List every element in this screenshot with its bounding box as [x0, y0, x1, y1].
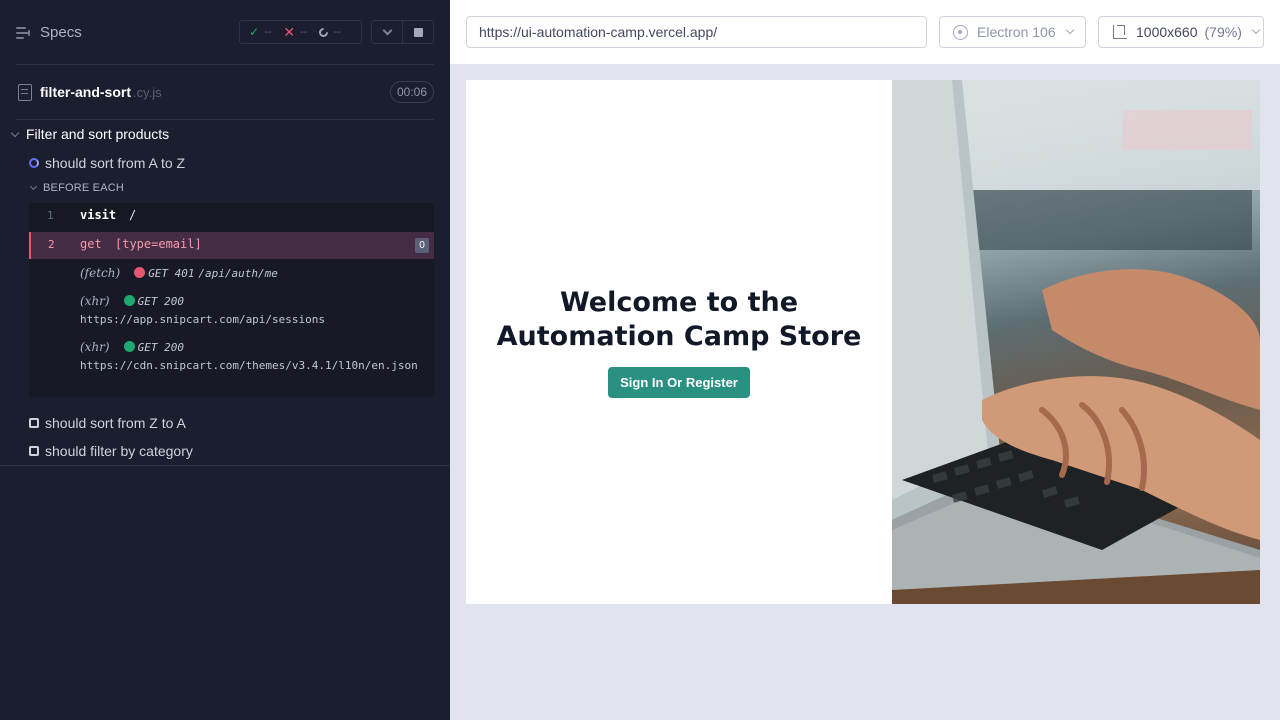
laptop-typing-image	[892, 80, 1260, 604]
chevron-down-icon	[1251, 25, 1261, 35]
command-number: 2	[48, 238, 55, 251]
specs-toggle-button[interactable]: Specs	[16, 24, 82, 41]
test-title: should filter by category	[45, 443, 193, 459]
command-arg: [type=email]	[115, 237, 202, 251]
browser-label: Electron 106	[977, 24, 1056, 40]
stop-icon	[413, 27, 423, 37]
status-dot-icon	[123, 295, 135, 306]
element-count-badge: 0	[415, 238, 429, 253]
viewport-size: 1000x660	[1136, 24, 1198, 40]
test-title: should sort from A to Z	[45, 155, 186, 171]
request-log-item[interactable]: (fetch) GET 401 /api/auth/me	[80, 264, 278, 283]
pending-stat: --	[317, 25, 341, 39]
chevron-down-icon	[29, 182, 38, 191]
suite-title[interactable]: Filter and sort products	[10, 124, 170, 144]
request-url: /api/auth/me	[198, 267, 278, 280]
request-log-item[interactable]: (xhr) GET 200 https://cdn.snipcart.com/th…	[80, 338, 430, 375]
chevron-down-icon	[1065, 25, 1074, 35]
aut-toolbar: https://ui-automation-camp.vercel.app/ E…	[450, 0, 1280, 64]
command-name: visit	[80, 208, 117, 222]
request-status: GET 200	[137, 295, 184, 308]
reporter-panel: Specs ✓ -- ✕ -- -- filter-and-sort .cy.j…	[0, 0, 450, 720]
passed-count: --	[264, 26, 272, 38]
request-status: GET 200	[137, 341, 184, 354]
stop-button[interactable]	[402, 21, 433, 43]
document-icon	[18, 83, 32, 101]
test-title: should sort from Z to A	[45, 415, 186, 431]
sign-in-button[interactable]: Sign In Or Register	[608, 367, 750, 398]
check-icon: ✓	[249, 25, 260, 39]
app-under-test: Welcome to the Automation Camp Store Sig…	[466, 80, 1260, 604]
list-icon	[16, 26, 31, 39]
divider	[0, 465, 450, 466]
before-each-hook[interactable]: BEFORE EACH	[29, 182, 125, 194]
queued-checkbox-icon	[29, 446, 39, 456]
command-log: 1 visit / 2 get [type=email] 0 (fetch) GE…	[29, 203, 434, 397]
suite-label: Filter and sort products	[26, 126, 170, 142]
command-name: get	[80, 237, 102, 251]
test-item-running[interactable]: should sort from A to Z	[29, 153, 185, 173]
chevron-down-icon	[10, 128, 20, 137]
request-url: https://app.snipcart.com/api/sessions	[80, 313, 326, 326]
queued-checkbox-icon	[29, 418, 39, 428]
running-spinner-icon	[29, 158, 39, 168]
hook-label: BEFORE EACH	[43, 182, 125, 194]
request-type: (xhr)	[80, 294, 110, 308]
reporter-header: Specs ✓ -- ✕ -- --	[0, 0, 450, 64]
status-dot-icon	[134, 267, 146, 278]
viewport-dropdown[interactable]: 1000x660 (79%)	[1098, 16, 1264, 48]
spinner-icon	[317, 25, 331, 39]
laptop-photo-illustration	[892, 80, 1260, 604]
divider	[16, 119, 434, 120]
x-icon: ✕	[283, 23, 296, 40]
electron-icon	[953, 24, 968, 40]
specs-label: Specs	[40, 24, 82, 41]
request-status: GET 401	[148, 267, 195, 280]
duration-badge: 00:06	[389, 81, 434, 103]
expand-button[interactable]	[372, 21, 402, 43]
command-arg: /	[129, 208, 137, 222]
request-type: (fetch)	[80, 266, 121, 280]
command-number: 1	[47, 209, 54, 222]
spec-file-name: filter-and-sort	[40, 84, 131, 100]
request-log-item[interactable]: (xhr) GET 200 https://app.snipcart.com/ap…	[80, 292, 430, 329]
run-controls	[371, 20, 434, 44]
passed-stat: ✓ --	[249, 25, 271, 39]
chevron-down-icon	[382, 25, 392, 35]
divider	[16, 64, 434, 65]
spec-file-ext: .cy.js	[133, 84, 162, 100]
command-get[interactable]: 2 get [type=email] 0	[29, 232, 434, 259]
test-stats: ✓ -- ✕ -- --	[239, 20, 362, 44]
welcome-panel: Welcome to the Automation Camp Store Sig…	[466, 80, 892, 604]
url-bar[interactable]: https://ui-automation-camp.vercel.app/	[466, 16, 927, 48]
command-visit[interactable]: 1 visit /	[29, 203, 434, 229]
browser-dropdown[interactable]: Electron 106	[939, 16, 1086, 48]
status-dot-icon	[123, 341, 135, 352]
ruler-icon	[1113, 25, 1127, 39]
request-type: (xhr)	[80, 340, 110, 354]
pending-count: --	[333, 26, 341, 38]
welcome-heading: Welcome to the Automation Camp Store	[496, 287, 862, 352]
zoom-level: (79%)	[1204, 24, 1242, 40]
failed-count: --	[300, 26, 308, 38]
failed-stat: ✕ --	[283, 24, 307, 41]
spec-file-row[interactable]: filter-and-sort .cy.js 00:06	[16, 80, 434, 104]
test-item-queued[interactable]: should sort from Z to A	[29, 413, 186, 433]
request-url: https://cdn.snipcart.com/themes/v3.4.1/l…	[80, 359, 418, 372]
test-item-queued[interactable]: should filter by category	[29, 441, 193, 461]
